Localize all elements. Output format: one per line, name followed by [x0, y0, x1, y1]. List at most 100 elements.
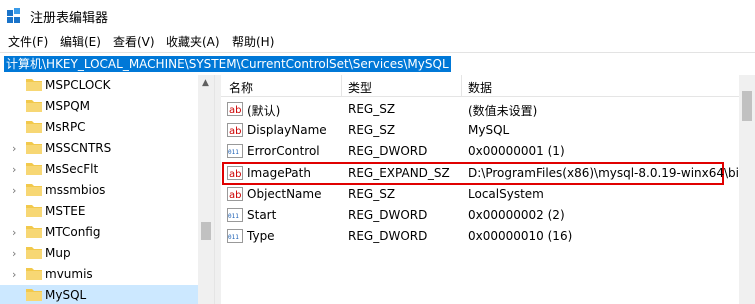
menu-edit[interactable]: 编辑(E): [60, 33, 101, 50]
tree-item-label: mssmbios: [45, 183, 106, 197]
value-type: REG_SZ: [348, 187, 396, 201]
values-list[interactable]: 名称 类型 数据 ab (默认) REG_SZ (数值未设置) ab Displ…: [221, 75, 755, 304]
chevron-right-icon[interactable]: ›: [12, 184, 16, 197]
menu-file[interactable]: 文件(F): [8, 33, 48, 50]
column-header-type[interactable]: 类型: [348, 79, 372, 96]
value-data: LocalSystem: [468, 187, 544, 201]
binary-value-icon: 011: [227, 229, 243, 243]
registry-editor-icon: [7, 8, 20, 23]
title-bar: 注册表编辑器: [0, 0, 755, 31]
folder-icon: [26, 100, 42, 112]
value-row[interactable]: 011 ErrorControl REG_DWORD 0x00000001 (1…: [221, 141, 751, 162]
string-value-icon: ab: [227, 166, 243, 180]
menu-favorites[interactable]: 收藏夹(A): [166, 33, 220, 50]
value-type: REG_SZ: [348, 123, 396, 137]
address-bar[interactable]: 计算机\HKEY_LOCAL_MACHINE\SYSTEM\CurrentCon…: [0, 52, 755, 76]
folder-icon: [26, 79, 42, 91]
binary-value-icon: 011: [227, 208, 243, 222]
chevron-right-icon[interactable]: ›: [12, 163, 16, 176]
tree-item[interactable]: MSPCLOCK: [0, 75, 198, 96]
value-data: MySQL: [468, 123, 510, 137]
value-name: Start: [247, 208, 277, 222]
pane-splitter[interactable]: [214, 75, 221, 304]
list-scrollbar[interactable]: [739, 75, 755, 304]
tree-item-label: MSSCNTRS: [45, 141, 112, 155]
value-type: REG_DWORD: [348, 229, 428, 243]
tree-item[interactable]: › mvumis: [0, 264, 198, 285]
string-value-icon: ab: [227, 123, 243, 137]
svg-text:011: 011: [228, 234, 239, 241]
chevron-right-icon[interactable]: ›: [12, 226, 16, 239]
menu-view[interactable]: 查看(V): [113, 33, 155, 50]
value-row[interactable]: 011 Start REG_DWORD 0x00000002 (2): [221, 205, 751, 226]
value-data: 0x00000001 (1): [468, 144, 565, 158]
tree-item[interactable]: › mssmbios: [0, 180, 198, 201]
svg-text:ab: ab: [229, 126, 241, 137]
folder-icon: [26, 163, 42, 175]
value-row[interactable]: 011 Type REG_DWORD 0x00000010 (16): [221, 226, 751, 247]
value-name: ObjectName: [247, 187, 322, 201]
value-type: REG_DWORD: [348, 144, 428, 158]
value-row[interactable]: ab (默认) REG_SZ (数值未设置): [221, 99, 751, 120]
value-name: ImagePath: [247, 166, 311, 180]
scrollbar-thumb[interactable]: [742, 91, 752, 121]
column-header-data[interactable]: 数据: [468, 79, 492, 96]
column-header-name[interactable]: 名称: [229, 79, 253, 96]
tree-item[interactable]: MSTEE: [0, 201, 198, 222]
svg-text:ab: ab: [229, 105, 241, 116]
scrollbar-thumb[interactable]: [201, 222, 211, 240]
svg-text:ab: ab: [229, 190, 241, 201]
tree-item[interactable]: › Mup: [0, 243, 198, 264]
value-row[interactable]: ab ObjectName REG_SZ LocalSystem: [221, 184, 751, 205]
value-data: (数值未设置): [468, 104, 538, 118]
tree-item[interactable]: › MSSCNTRS: [0, 138, 198, 159]
value-type: REG_SZ: [348, 102, 396, 116]
folder-icon: [26, 142, 42, 154]
folder-icon: [26, 268, 42, 280]
value-row[interactable]: ab DisplayName REG_SZ MySQL: [221, 120, 751, 141]
menu-help[interactable]: 帮助(H): [232, 33, 274, 50]
tree-scrollbar[interactable]: ▲: [198, 75, 214, 304]
tree-item-label: MSPCLOCK: [45, 78, 111, 92]
key-tree[interactable]: MSPCLOCK MSPQM MsRPC › MSSCNTRS › MsSecF…: [0, 75, 214, 304]
tree-item-label: MsRPC: [45, 120, 86, 134]
column-divider[interactable]: [461, 75, 462, 96]
chevron-right-icon[interactable]: ›: [12, 247, 16, 260]
tree-item[interactable]: › MsSecFlt: [0, 159, 198, 180]
value-data: 0x00000002 (2): [468, 208, 565, 222]
folder-icon: [26, 226, 42, 238]
folder-icon: [26, 121, 42, 133]
value-name: Type: [247, 229, 275, 243]
binary-value-icon: 011: [227, 144, 243, 158]
tree-item-label: MSPQM: [45, 99, 91, 113]
folder-icon: [26, 184, 42, 196]
tree-item[interactable]: MsRPC: [0, 117, 198, 138]
svg-text:011: 011: [228, 149, 239, 156]
tree-item-label: MsSecFlt: [45, 162, 99, 176]
list-header: 名称 类型 数据: [221, 75, 755, 97]
tree-item[interactable]: › MTConfig: [0, 222, 198, 243]
string-value-icon: ab: [227, 187, 243, 201]
value-row-highlighted[interactable]: ab ImagePath REG_EXPAND_SZ D:\ProgramFil…: [222, 162, 755, 185]
value-data: 0x00000010 (16): [468, 229, 573, 243]
tree-item-label: MSTEE: [45, 204, 86, 218]
tree-item-selected[interactable]: MySQL: [0, 285, 198, 304]
tree-item[interactable]: MSPQM: [0, 96, 198, 117]
chevron-right-icon[interactable]: ›: [12, 142, 16, 155]
folder-icon: [26, 247, 42, 259]
scroll-up-icon[interactable]: ▲: [202, 78, 209, 88]
value-name: ErrorControl: [247, 144, 320, 158]
svg-text:ab: ab: [229, 169, 241, 180]
chevron-right-icon[interactable]: ›: [12, 268, 16, 281]
folder-icon: [26, 289, 42, 301]
window-title: 注册表编辑器: [30, 11, 109, 26]
value-name: DisplayName: [247, 123, 327, 137]
value-name: (默认): [247, 104, 281, 118]
address-text[interactable]: 计算机\HKEY_LOCAL_MACHINE\SYSTEM\CurrentCon…: [4, 56, 451, 72]
column-divider[interactable]: [341, 75, 342, 96]
value-type: REG_DWORD: [348, 208, 428, 222]
value-data: D:\ProgramFiles(x86)\mysql-8.0.19-winx64…: [468, 166, 755, 180]
tree-item-label: MySQL: [45, 288, 87, 302]
tree-item-label: Mup: [45, 246, 71, 260]
menu-bar: 文件(F) 编辑(E) 查看(V) 收藏夹(A) 帮助(H): [0, 31, 755, 51]
